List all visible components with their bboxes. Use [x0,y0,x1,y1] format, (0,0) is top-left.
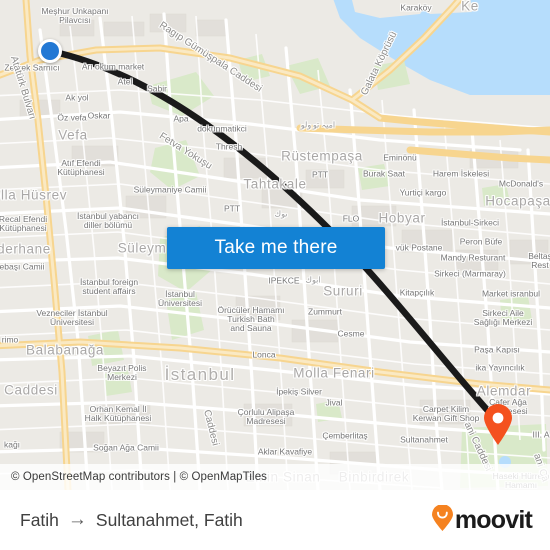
moovit-pin-icon [431,503,454,536]
moovit-wordmark: moovit [454,505,533,534]
route-summary: Fatih → Sultanahmet, Fatih [20,510,243,531]
attribution-text: © OpenStreetMap contributors | © OpenMap… [11,471,268,483]
map-canvas[interactable]: Meşhur Unkapanı Pilavcısı Zeyrek Sarnıcı A… [0,0,550,490]
take-me-there-button[interactable]: Take me there [167,227,385,269]
route-destination-label: Sultanahmet, Fatih [95,509,243,530]
destination-marker-pin[interactable] [483,404,513,445]
arrow-right-icon: → [67,509,87,530]
footer-bar: Fatih → Sultanahmet, Fatih moovit [0,490,550,550]
route-origin-label: Fatih [20,509,59,530]
map-attribution: © OpenStreetMap contributors | © OpenMap… [0,464,550,490]
moovit-logo[interactable]: moovit [431,503,533,536]
origin-marker-dot[interactable] [38,39,62,63]
